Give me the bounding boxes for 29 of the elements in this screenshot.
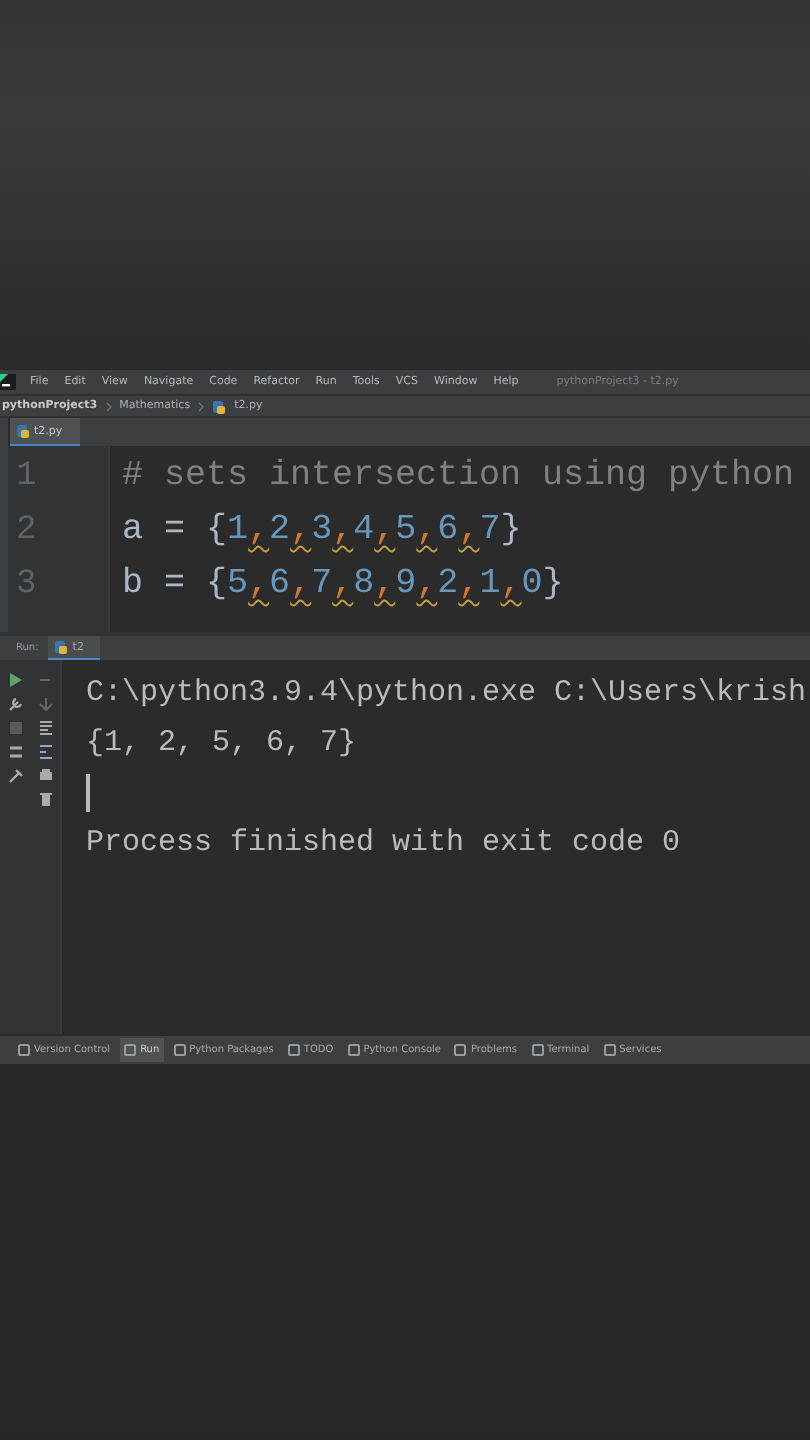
tool-window-icon — [287, 1044, 300, 1056]
code-line: b = {5,6,7,8,9,2,1,0} — [122, 562, 566, 608]
python-file-icon — [16, 424, 30, 438]
play-icon — [7, 672, 23, 688]
tool-window-icon — [347, 1044, 360, 1056]
text-cursor — [86, 774, 89, 812]
chevron-icon — [105, 401, 112, 411]
tool-window-icon — [454, 1044, 467, 1056]
app-logo-icon — [0, 374, 16, 390]
down-arrow-icon — [37, 696, 53, 712]
python-file-icon — [212, 399, 227, 413]
python-file-icon — [54, 640, 69, 654]
tool-window-icon — [531, 1044, 544, 1056]
chevron-icon — [198, 401, 205, 411]
tool-window-icon — [18, 1044, 30, 1056]
console-output-line: Process finished with exit code 0 — [86, 824, 683, 864]
tool-window-icon — [603, 1044, 616, 1056]
code-line: a = {1,2,3,4,5,6,7} — [122, 508, 524, 554]
trash-icon — [37, 792, 53, 808]
console-output-line: C:\python3.9.4\python.exe C:\Users\krish — [86, 674, 807, 714]
console-output-line: {1, 2, 5, 6, 7} — [86, 724, 359, 764]
sort-icon — [37, 744, 53, 760]
stop-icon — [7, 720, 23, 736]
tool-window-icon — [124, 1044, 137, 1056]
tool-window-icon — [173, 1044, 186, 1056]
code-line: # sets intersection using python — [122, 454, 795, 500]
print-icon — [37, 768, 53, 784]
layout-icon — [7, 744, 23, 760]
lines-icon — [37, 720, 53, 736]
